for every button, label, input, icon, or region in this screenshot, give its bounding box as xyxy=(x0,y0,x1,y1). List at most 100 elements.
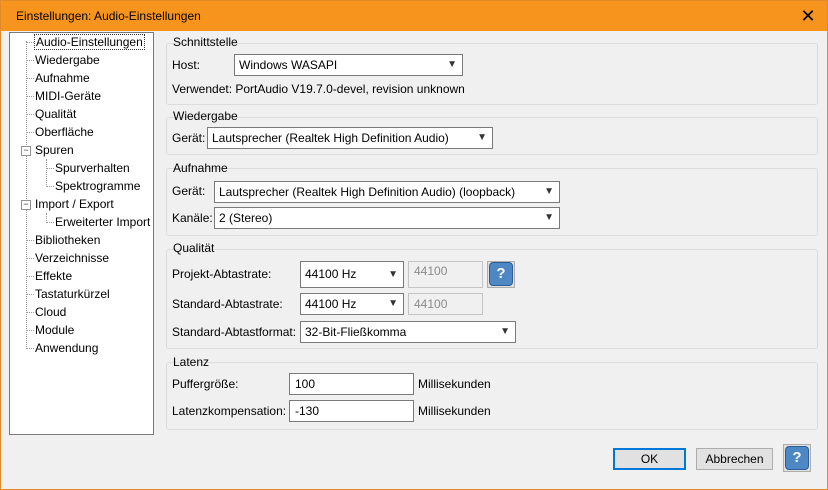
tree-item-modules[interactable]: Module xyxy=(35,322,74,338)
tree-item-application[interactable]: Anwendung xyxy=(35,340,98,356)
tree-item-audio-settings[interactable]: Audio-Einstellungen xyxy=(34,34,145,50)
tree-item-label: Qualität xyxy=(35,107,77,121)
tree-item-recording[interactable]: Aufnahme xyxy=(35,70,90,86)
tree-item-interface[interactable]: Oberfläche xyxy=(35,124,94,140)
buffer-size-input[interactable]: 100 xyxy=(289,373,414,395)
tree-item-shortcuts[interactable]: Tastaturkürzel xyxy=(35,286,110,302)
compensation-unit: Millisekunden xyxy=(418,404,491,418)
project-rate-dropdown[interactable]: 44100 Hz ▼ xyxy=(300,261,404,288)
default-format-dropdown[interactable]: 32-Bit-Fließkomma ▼ xyxy=(300,321,516,343)
project-rate-label: Projekt-Abtastrate: xyxy=(172,267,272,281)
default-format-label: Standard-Abtastformat: xyxy=(172,325,297,339)
tree-connector xyxy=(26,312,34,313)
recording-device-dropdown[interactable]: Lautsprecher (Realtek High Definition Au… xyxy=(214,181,560,203)
tree-item-label: Audio-Einstellungen xyxy=(34,34,145,50)
tree-item-quality[interactable]: Qualität xyxy=(35,106,76,122)
playback-device-label: Gerät: xyxy=(172,131,206,145)
used-api-text: Verwendet: PortAudio V19.7.0-devel, revi… xyxy=(172,82,465,96)
collapse-spuren-icon[interactable]: − xyxy=(21,146,31,156)
tree-item-effects[interactable]: Effekte xyxy=(35,268,72,284)
tree-connector xyxy=(26,330,34,331)
preferences-tree[interactable]: − − Audio-Einstellungen Wiedergabe Aufna… xyxy=(9,32,154,435)
title-bar: Einstellungen: Audio-Einstellungen ✕ xyxy=(1,1,827,31)
interface-group-title: Schnittstelle xyxy=(173,35,238,49)
tree-item-label: Import / Export xyxy=(35,197,114,211)
tree-item-label: Oberfläche xyxy=(35,125,94,139)
tree-connector xyxy=(26,132,34,133)
tree-item-cloud[interactable]: Cloud xyxy=(35,304,66,320)
default-rate-input: 44100 xyxy=(408,293,483,315)
host-dropdown[interactable]: Windows WASAPI ▼ xyxy=(234,54,463,76)
chevron-down-icon: ▼ xyxy=(388,269,398,280)
latency-group-title: Latenz xyxy=(173,355,210,369)
tree-connector xyxy=(26,96,34,97)
chevron-down-icon: ▼ xyxy=(477,132,487,143)
tree-connector xyxy=(46,159,47,187)
quality-group-title: Qualität xyxy=(173,241,215,255)
channels-label: Kanäle: xyxy=(172,211,213,225)
tree-item-label: Cloud xyxy=(35,305,67,319)
chevron-down-icon: ▼ xyxy=(544,186,554,197)
buffer-unit: Millisekunden xyxy=(418,377,491,391)
tree-connector xyxy=(26,294,34,295)
latency-compensation-input[interactable]: -130 xyxy=(289,400,414,422)
tree-connector xyxy=(26,114,34,115)
footer-help-frame: ? xyxy=(783,444,811,472)
tree-item-directories[interactable]: Verzeichnisse xyxy=(35,250,109,266)
host-label: Host: xyxy=(172,58,201,72)
tree-item-label: Spektrogramme xyxy=(55,179,141,193)
tree-item-label: Bibliotheken xyxy=(35,233,101,247)
tree-item-label: Verzeichnisse xyxy=(35,251,110,265)
quality-help-frame: ? xyxy=(487,261,515,288)
recording-device-value: Lautsprecher (Realtek High Definition Au… xyxy=(219,185,516,199)
default-format-value: 32-Bit-Fließkomma xyxy=(305,325,407,339)
tree-connector xyxy=(26,240,34,241)
ok-button[interactable]: OK xyxy=(613,448,686,470)
tree-item-libraries[interactable]: Bibliotheken xyxy=(35,232,100,248)
recording-device-label: Gerät: xyxy=(172,184,206,198)
cancel-button[interactable]: Abbrechen xyxy=(696,448,773,470)
project-rate-input: 44100 xyxy=(408,261,483,288)
tree-connector xyxy=(26,78,34,79)
tree-item-label: Erweiterter Import xyxy=(55,215,151,229)
collapse-import-export-icon[interactable]: − xyxy=(21,200,31,210)
tree-item-label: Spurverhalten xyxy=(55,161,130,175)
latency-group xyxy=(166,362,818,430)
default-rate-dropdown[interactable]: 44100 Hz ▼ xyxy=(300,293,404,315)
playback-group-title: Wiedergabe xyxy=(173,109,238,123)
default-rate-label: Standard-Abtastrate: xyxy=(172,297,283,311)
tree-connector xyxy=(26,41,27,349)
latency-compensation-label: Latenzkompensation: xyxy=(172,404,287,418)
tree-item-label: Aufnahme xyxy=(35,71,90,85)
tree-connector xyxy=(46,222,54,223)
close-icon[interactable]: ✕ xyxy=(789,1,827,31)
recording-group-title: Aufnahme xyxy=(173,161,228,175)
tree-item-label: Wiedergabe xyxy=(35,53,100,67)
tree-item-tracks[interactable]: Spuren xyxy=(35,142,74,158)
tree-connector xyxy=(26,258,34,259)
chevron-down-icon: ▼ xyxy=(544,212,554,223)
tree-item-track-behaviors[interactable]: Spurverhalten xyxy=(55,160,130,176)
tree-connector xyxy=(46,168,54,169)
window-title: Einstellungen: Audio-Einstellungen xyxy=(16,9,201,23)
help-icon[interactable]: ? xyxy=(489,262,513,286)
tree-item-label: Module xyxy=(35,323,75,337)
host-dropdown-value: Windows WASAPI xyxy=(239,58,338,72)
buffer-label: Puffergröße: xyxy=(172,377,239,391)
tree-item-spectrograms[interactable]: Spektrogramme xyxy=(55,178,140,194)
playback-device-dropdown[interactable]: Lautsprecher (Realtek High Definition Au… xyxy=(207,127,493,149)
tree-item-label: Tastaturkürzel xyxy=(35,287,110,301)
channels-dropdown[interactable]: 2 (Stereo) ▼ xyxy=(214,207,560,229)
tree-connector xyxy=(46,186,54,187)
tree-connector xyxy=(26,276,34,277)
tree-item-extended-import[interactable]: Erweiterter Import xyxy=(55,214,150,230)
tree-item-midi-devices[interactable]: MIDI-Geräte xyxy=(35,88,101,104)
chevron-down-icon: ▼ xyxy=(447,59,457,70)
chevron-down-icon: ▼ xyxy=(388,298,398,309)
tree-item-playback[interactable]: Wiedergabe xyxy=(35,52,100,68)
tree-item-label: Effekte xyxy=(35,269,73,283)
help-icon[interactable]: ? xyxy=(785,446,809,470)
tree-item-import-export[interactable]: Import / Export xyxy=(35,196,114,212)
project-rate-value: 44100 Hz xyxy=(305,267,357,281)
channels-value: 2 (Stereo) xyxy=(219,211,273,225)
